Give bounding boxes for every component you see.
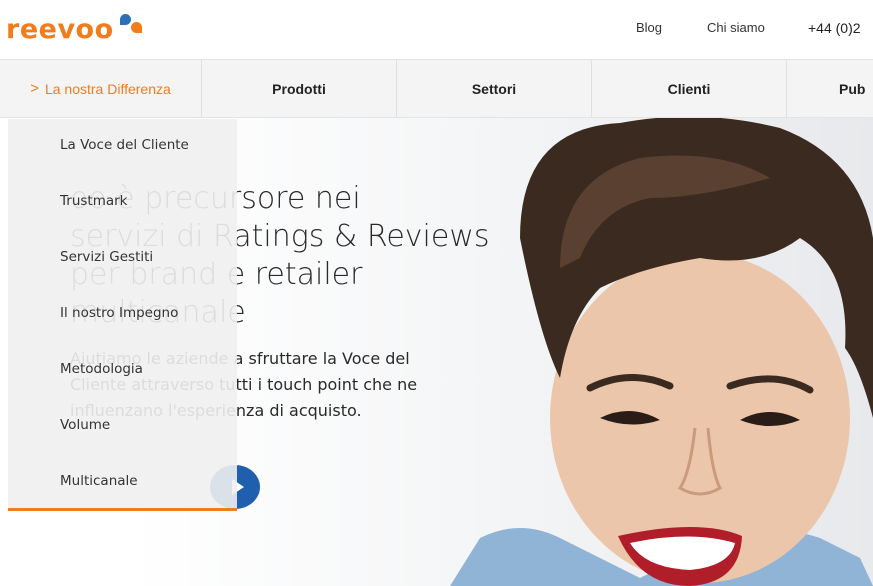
- dropdown-item-trustmark[interactable]: Trustmark: [60, 193, 128, 209]
- dropdown-item-volume[interactable]: Volume: [60, 417, 110, 433]
- nav-item-la-nostra-differenza[interactable]: > La nostra Differenza: [0, 60, 202, 117]
- top-links: Blog Chi siamo +44 (0)2: [0, 20, 873, 40]
- chevron-right-icon: >: [30, 80, 39, 97]
- dropdown-item-servizi-gestiti[interactable]: Servizi Gestiti: [60, 249, 153, 265]
- dropdown-item-la-voce-del-cliente[interactable]: La Voce del Cliente: [60, 137, 189, 153]
- nav-item-clienti[interactable]: Clienti: [592, 60, 787, 117]
- nav-item-prodotti[interactable]: Prodotti: [202, 60, 397, 117]
- about-link[interactable]: Chi siamo: [707, 20, 765, 35]
- dropdown-item-metodologia[interactable]: Metodologia: [60, 361, 143, 377]
- dropdown-item-il-nostro-impegno[interactable]: Il nostro Impegno: [60, 305, 178, 321]
- blog-link[interactable]: Blog: [636, 20, 662, 35]
- header: reevoo Blog Chi siamo +44 (0)2: [0, 0, 873, 59]
- nav-item-label: La nostra Differenza: [44, 80, 171, 97]
- dropdown-item-multicanale[interactable]: Multicanale: [60, 473, 138, 489]
- differenza-dropdown-menu: La Voce del Cliente Trustmark Servizi Ge…: [8, 119, 237, 511]
- phone-number[interactable]: +44 (0)2: [808, 20, 861, 36]
- nav-item-settori[interactable]: Settori: [397, 60, 592, 117]
- nav-item-pub[interactable]: Pub: [787, 60, 873, 117]
- main-nav: > La nostra Differenza Prodotti Settori …: [0, 59, 873, 118]
